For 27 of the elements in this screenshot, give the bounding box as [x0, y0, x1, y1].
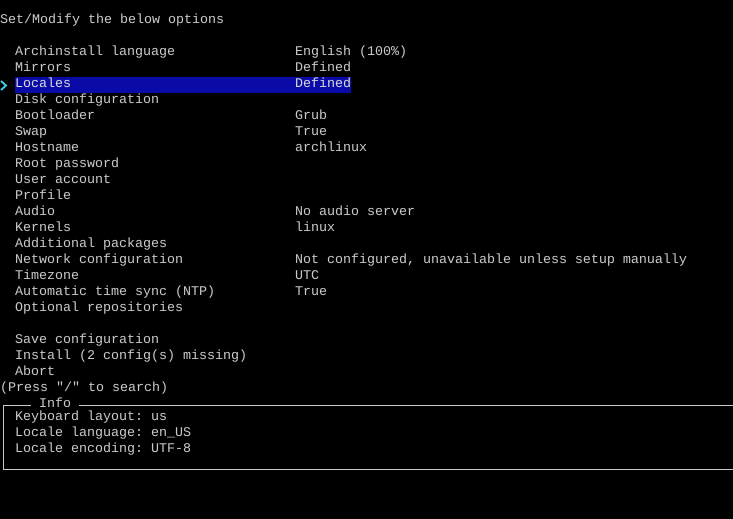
menu-item[interactable]: Mirrors Defined — [15, 61, 351, 77]
info-line: Locale encoding: UTF-8 — [15, 442, 191, 458]
menu-item[interactable]: Network configuration Not configured, unavailable unless setup manually — [15, 253, 687, 269]
menu-heading: Set/Modify the below options — [0, 13, 224, 29]
info-line: Keyboard layout: us — [15, 410, 167, 426]
menu-item[interactable]: Bootloader Grub — [15, 109, 327, 125]
menu-item[interactable]: Archinstall language English (100%) — [15, 45, 407, 61]
menu-item[interactable]: Audio No audio server — [15, 205, 415, 221]
menu-item[interactable]: Disk configuration — [15, 93, 159, 109]
menu-item[interactable]: Additional packages — [15, 237, 167, 253]
menu-item[interactable]: Abort — [15, 365, 55, 381]
menu-item[interactable]: Hostname archlinux — [15, 141, 367, 157]
cursor-chevron-icon — [0, 80, 8, 90]
menu-item[interactable]: Profile — [15, 189, 71, 205]
info-panel-title: Info — [39, 397, 71, 412]
menu-item[interactable]: User account — [15, 173, 111, 189]
menu-item[interactable]: Install (2 config(s) missing) — [15, 349, 247, 365]
menu-item[interactable]: Optional repositories — [15, 301, 183, 317]
menu-item[interactable]: Timezone UTC — [15, 269, 319, 285]
info-line: Locale language: en_US — [15, 426, 191, 442]
menu-item[interactable]: Automatic time sync (NTP) True — [15, 285, 327, 301]
menu-item[interactable]: Save configuration — [15, 333, 159, 349]
search-hint: (Press "/" to search) — [0, 381, 168, 397]
menu-item[interactable]: Kernels linux — [15, 221, 335, 237]
menu-item[interactable]: Root password — [15, 157, 119, 173]
menu-item[interactable]: Swap True — [15, 125, 327, 141]
menu-item[interactable]: Locales Defined — [15, 77, 351, 93]
